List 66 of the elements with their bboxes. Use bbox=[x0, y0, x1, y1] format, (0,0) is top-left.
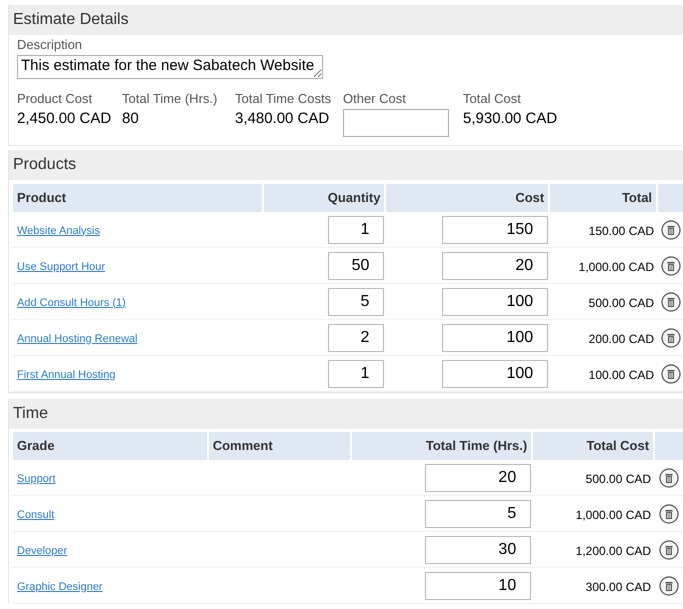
delete-icon[interactable] bbox=[659, 540, 680, 560]
column-header: Grade bbox=[13, 432, 207, 460]
total-cell-text: 200.00 CAD bbox=[588, 330, 654, 348]
field-label: Description bbox=[17, 37, 84, 53]
product-link[interactable]: Annual Hosting Renewal bbox=[17, 332, 138, 344]
section-header: Time bbox=[9, 399, 683, 429]
description-field[interactable]: This estimate for the new Sabatech Website bbox=[17, 55, 323, 79]
delete-icon[interactable] bbox=[660, 256, 681, 276]
summary-value: 3,480.00 CAD bbox=[235, 109, 330, 129]
product-link[interactable]: First Annual Hosting bbox=[17, 368, 116, 380]
delete-icon[interactable] bbox=[660, 292, 681, 312]
total-cost-cell-text: 300.00 CAD bbox=[586, 578, 652, 596]
summary-label: Total Time (Hrs.) bbox=[122, 91, 218, 107]
number-field[interactable]: 150 bbox=[442, 216, 548, 244]
delete-icon[interactable] bbox=[660, 364, 681, 384]
number-field[interactable]: 5 bbox=[425, 500, 532, 528]
delete-icon[interactable] bbox=[659, 504, 680, 524]
column-header: Product bbox=[13, 184, 262, 212]
other-cost-field[interactable] bbox=[343, 109, 449, 137]
column-header bbox=[655, 432, 683, 460]
delete-icon[interactable] bbox=[659, 468, 680, 488]
summary-label: Product Cost bbox=[17, 91, 94, 107]
total-cell-text: 150.00 CAD bbox=[588, 222, 654, 240]
number-field[interactable]: 100 bbox=[442, 288, 548, 316]
number-field[interactable]: 1 bbox=[328, 360, 384, 388]
section-header: Products bbox=[9, 150, 683, 180]
summary-label: Total Cost bbox=[463, 91, 522, 107]
section-header: Estimate Details bbox=[9, 5, 683, 35]
summary-value: 5,930.00 CAD bbox=[463, 109, 558, 129]
summary-value: 80 bbox=[122, 109, 140, 129]
product-link[interactable]: Use Support Hour bbox=[17, 260, 106, 272]
number-field[interactable]: 30 bbox=[425, 536, 532, 564]
total-cost-cell-text: 1,000.00 CAD bbox=[576, 506, 652, 524]
column-header: Total Time (Hrs.) bbox=[352, 432, 532, 460]
summary-label: Total Time Costs bbox=[235, 91, 332, 107]
column-header: Quantity bbox=[264, 184, 384, 212]
number-field[interactable]: 20 bbox=[442, 252, 548, 280]
number-field[interactable]: 50 bbox=[328, 252, 384, 280]
product-link[interactable]: Add Consult Hours (1) bbox=[17, 296, 126, 308]
grade-link[interactable]: Consult bbox=[17, 508, 54, 520]
column-header: Cost bbox=[386, 184, 548, 212]
column-header: Total bbox=[550, 184, 656, 212]
summary-value: 2,450.00 CAD bbox=[17, 109, 112, 129]
delete-icon[interactable] bbox=[660, 328, 681, 348]
number-field[interactable]: 100 bbox=[442, 360, 548, 388]
column-header: Total Cost bbox=[533, 432, 654, 460]
number-field[interactable]: 1 bbox=[328, 216, 384, 244]
total-cell-text: 500.00 CAD bbox=[588, 294, 654, 312]
total-cell-text: 1,000.00 CAD bbox=[578, 258, 654, 276]
grade-link[interactable]: Developer bbox=[17, 544, 68, 556]
total-cell-text: 100.00 CAD bbox=[588, 366, 654, 384]
column-header bbox=[658, 184, 683, 212]
grade-link[interactable]: Support bbox=[17, 472, 56, 484]
number-field[interactable]: 20 bbox=[425, 464, 532, 492]
number-field[interactable]: 2 bbox=[328, 324, 384, 352]
delete-icon[interactable] bbox=[660, 220, 681, 240]
number-field[interactable]: 5 bbox=[328, 288, 384, 316]
summary-label: Other Cost bbox=[343, 91, 407, 107]
number-field[interactable]: 10 bbox=[425, 572, 532, 600]
grade-link[interactable]: Graphic Designer bbox=[17, 580, 103, 592]
number-field[interactable]: 100 bbox=[442, 324, 548, 352]
column-header: Comment bbox=[208, 432, 350, 460]
total-cost-cell-text: 500.00 CAD bbox=[586, 470, 652, 488]
product-link[interactable]: Website Analysis bbox=[17, 224, 100, 236]
total-cost-cell-text: 1,200.00 CAD bbox=[576, 542, 652, 560]
delete-icon[interactable] bbox=[659, 576, 680, 596]
